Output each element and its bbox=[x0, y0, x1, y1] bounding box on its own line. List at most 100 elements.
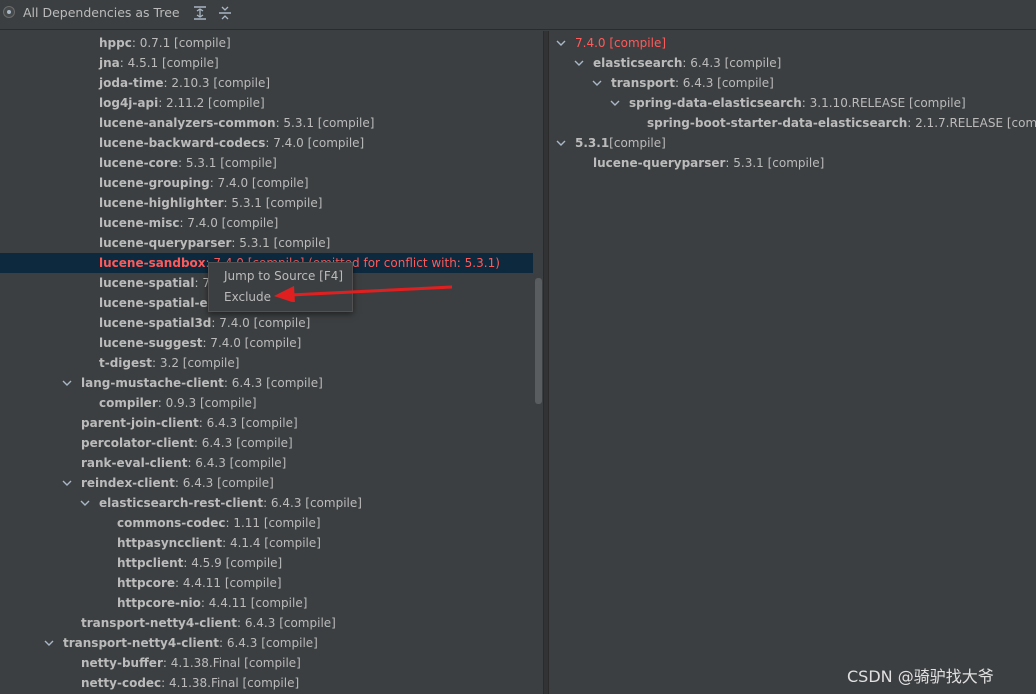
dependency-name: percolator-client bbox=[81, 436, 194, 450]
tree-row[interactable]: jna : 4.5.1 [compile] bbox=[0, 53, 533, 73]
tree-row[interactable]: spring-data-elasticsearch : 3.1.10.RELEA… bbox=[549, 93, 1036, 113]
watermark: CSDN @骑驴找大爷 bbox=[847, 667, 994, 686]
tree-row[interactable]: reindex-client : 6.4.3 [compile] bbox=[0, 473, 533, 493]
tree-row[interactable]: lucene-queryparser : 5.3.1 [compile] bbox=[0, 233, 533, 253]
dependency-name: lucene-highlighter bbox=[99, 196, 224, 210]
dependency-version: : 6.4.3 [compile] bbox=[682, 56, 782, 70]
dependency-version: : 4.5.9 [compile] bbox=[183, 556, 283, 570]
dependency-version: : 5.3.1 [compile] bbox=[177, 156, 277, 170]
dependency-name: jna bbox=[99, 56, 120, 70]
dependency-name: lucene-grouping bbox=[99, 176, 210, 190]
dependency-name: spring-data-elasticsearch bbox=[629, 96, 802, 110]
dependency-name: lucene-analyzers-common bbox=[99, 116, 276, 130]
dependency-version: : 6.4.3 [compile] bbox=[193, 436, 293, 450]
dependency-name: lucene-spatial bbox=[99, 276, 195, 290]
tree-row[interactable]: joda-time : 2.10.3 [compile] bbox=[0, 73, 533, 93]
tree-row[interactable]: lucene-queryparser : 5.3.1 [compile] bbox=[549, 153, 1036, 173]
dependency-name: spring-boot-starter-data-elasticsearch bbox=[647, 116, 908, 130]
dependency-version: : 6.4.3 [compile] bbox=[674, 76, 774, 90]
tree-row[interactable]: parent-join-client : 6.4.3 [compile] bbox=[0, 413, 533, 433]
dependency-version: : 4.1.38.Final [compile] bbox=[162, 656, 301, 670]
dependency-name: httpcore bbox=[117, 576, 176, 590]
view-mode-radio[interactable] bbox=[3, 6, 15, 18]
tree-row[interactable]: transport : 6.4.3 [compile] bbox=[549, 73, 1036, 93]
chevron-down-icon[interactable] bbox=[573, 53, 585, 73]
dependency-name: netty-codec bbox=[81, 676, 162, 690]
tree-row[interactable]: lucene-grouping : 7.4.0 [compile] bbox=[0, 173, 533, 193]
tree-row[interactable]: lucene-analyzers-common : 5.3.1 [compile… bbox=[0, 113, 533, 133]
dependency-version: : 4.1.4 [compile] bbox=[222, 536, 321, 550]
dependency-version: : 2.11.2 [compile] bbox=[158, 96, 265, 110]
dependency-name: 5.3.1 bbox=[575, 136, 610, 150]
dependency-version: : 6.4.3 [compile] bbox=[218, 636, 318, 650]
dependency-name: elasticsearch-rest-client bbox=[99, 496, 264, 510]
dependency-name: joda-time bbox=[99, 76, 164, 90]
view-mode-label: All Dependencies as Tree bbox=[23, 5, 180, 20]
tree-row[interactable]: 7.4.0 [compile] bbox=[549, 33, 1036, 53]
expand-all-icon[interactable] bbox=[193, 5, 207, 21]
tree-row[interactable]: httpclient : 4.5.9 [compile] bbox=[0, 553, 533, 573]
dependency-name: httpcore-nio bbox=[117, 596, 201, 610]
dependency-name: lucene-misc bbox=[99, 216, 180, 230]
dependency-name: hppc bbox=[99, 36, 132, 50]
tree-row[interactable]: commons-codec : 1.11 [compile] bbox=[0, 513, 533, 533]
dependency-version: : 4.5.1 [compile] bbox=[119, 56, 219, 70]
dependency-name: rank-eval-client bbox=[81, 456, 188, 470]
tree-row[interactable]: percolator-client : 6.4.3 [compile] bbox=[0, 433, 533, 453]
tree-row[interactable]: elasticsearch : 6.4.3 [compile] bbox=[549, 53, 1036, 73]
dependency-version: : 7.4.0 [compile] bbox=[179, 216, 279, 230]
dependency-name: transport-netty4-client bbox=[81, 616, 237, 630]
collapse-all-icon[interactable] bbox=[218, 5, 232, 21]
dependency-version: : 3.1.10.RELEASE [compile] bbox=[801, 96, 966, 110]
tree-row[interactable]: lucene-misc : 7.4.0 [compile] bbox=[0, 213, 533, 233]
tree-row[interactable]: lucene-spatial3d : 7.4.0 [compile] bbox=[0, 313, 533, 333]
tree-row[interactable]: netty-buffer : 4.1.38.Final [compile] bbox=[0, 653, 533, 673]
dependency-version: : 6.4.3 [compile] bbox=[187, 456, 287, 470]
tree-row[interactable]: log4j-api : 2.11.2 [compile] bbox=[0, 93, 533, 113]
tree-row[interactable]: lang-mustache-client : 6.4.3 [compile] bbox=[0, 373, 533, 393]
tree-row[interactable]: rank-eval-client : 6.4.3 [compile] bbox=[0, 453, 533, 473]
tree-row[interactable]: lucene-highlighter : 5.3.1 [compile] bbox=[0, 193, 533, 213]
chevron-down-icon[interactable] bbox=[79, 493, 91, 513]
tree-row[interactable]: t-digest : 3.2 [compile] bbox=[0, 353, 533, 373]
tree-row[interactable]: hppc : 0.7.1 [compile] bbox=[0, 33, 533, 53]
dependency-name: lucene-queryparser bbox=[99, 236, 232, 250]
dependency-version: : 6.4.3 [compile] bbox=[174, 476, 274, 490]
dependency-version: : 5.3.1 [compile] bbox=[231, 236, 331, 250]
tree-row[interactable]: lucene-core : 5.3.1 [compile] bbox=[0, 153, 533, 173]
tree-row[interactable]: transport-netty4-client : 6.4.3 [compile… bbox=[0, 633, 533, 653]
tree-row[interactable]: lucene-suggest : 7.4.0 [compile] bbox=[0, 333, 533, 353]
chevron-down-icon[interactable] bbox=[43, 633, 55, 653]
dependency-name: httpasyncclient bbox=[117, 536, 223, 550]
tree-row[interactable]: compiler : 0.9.3 [compile] bbox=[0, 393, 533, 413]
tree-row[interactable]: httpasyncclient : 4.1.4 [compile] bbox=[0, 533, 533, 553]
dependency-version: : 5.3.1 [compile] bbox=[223, 196, 323, 210]
dependency-version: : 7.4.0 [compile] bbox=[202, 336, 302, 350]
dependency-version: : 6.4.3 [compile] bbox=[198, 416, 298, 430]
dependency-name: parent-join-client bbox=[81, 416, 199, 430]
dependency-name: transport bbox=[611, 76, 675, 90]
chevron-down-icon[interactable] bbox=[555, 33, 567, 53]
chevron-down-icon[interactable] bbox=[591, 73, 603, 93]
chevron-down-icon[interactable] bbox=[609, 93, 621, 113]
dependency-version: : 0.9.3 [compile] bbox=[157, 396, 257, 410]
dependency-version: : 6.4.3 [compile] bbox=[263, 496, 362, 510]
dependency-name: t-digest bbox=[99, 356, 153, 370]
tree-row[interactable]: netty-codec : 4.1.38.Final [compile] bbox=[0, 673, 533, 693]
dependency-version: : 6.4.3 [compile] bbox=[223, 376, 323, 390]
dependency-version: : 2.1.7.RELEASE [compile] bbox=[907, 116, 1036, 130]
dependency-version: [compile] bbox=[609, 136, 666, 150]
chevron-down-icon[interactable] bbox=[555, 133, 567, 153]
tree-row[interactable]: 5.3.1 [compile] bbox=[549, 133, 1036, 153]
tree-row[interactable]: httpcore : 4.4.11 [compile] bbox=[0, 573, 533, 593]
dependency-name: commons-codec bbox=[117, 516, 226, 530]
tree-row[interactable]: elasticsearch-rest-client : 6.4.3 [compi… bbox=[0, 493, 533, 513]
tree-row[interactable]: lucene-backward-codecs : 7.4.0 [compile] bbox=[0, 133, 533, 153]
dependency-tree-panel: hppc : 0.7.1 [compile] jna : 4.5.1 [compi… bbox=[0, 31, 533, 694]
tree-row[interactable]: httpcore-nio : 4.4.11 [compile] bbox=[0, 593, 533, 613]
scrollbar-thumb[interactable] bbox=[535, 278, 542, 404]
tree-row[interactable]: transport-netty4-client : 6.4.3 [compile… bbox=[0, 613, 533, 633]
chevron-down-icon[interactable] bbox=[61, 473, 73, 493]
chevron-down-icon[interactable] bbox=[61, 373, 73, 393]
tree-row[interactable]: spring-boot-starter-data-elasticsearch :… bbox=[549, 113, 1036, 133]
